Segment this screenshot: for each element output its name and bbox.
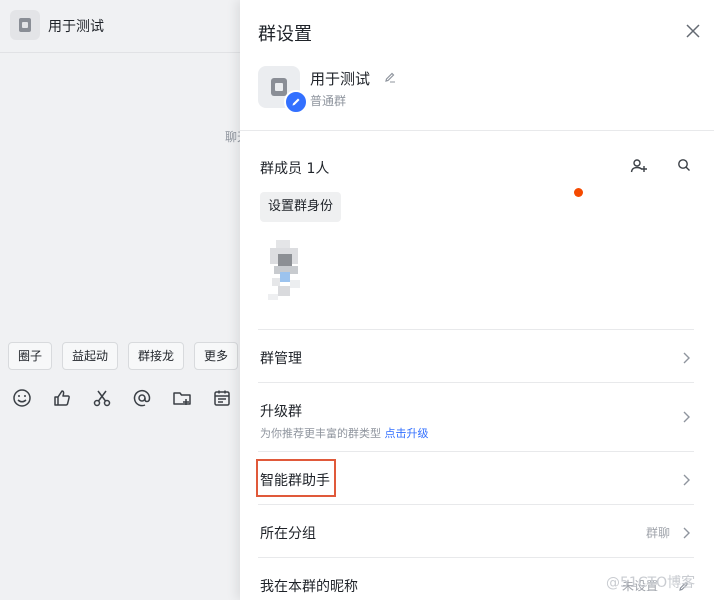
chevron-right-icon [683,411,690,423]
group-avatar-icon [271,78,287,96]
at-icon[interactable] [132,388,152,408]
row-label: 所在分组 [260,526,316,542]
quick-solitaire-button[interactable]: 群接龙 [128,342,185,370]
quick-actions: 圈子 益起动 群接龙 更多 [8,342,239,370]
highlight-box [256,459,336,497]
row-divider [258,382,694,383]
quick-circle-button[interactable]: 圈子 [8,342,53,370]
row-label: 升级群 [260,404,302,420]
group-name: 用于测试 [310,70,371,88]
quick-more-button[interactable]: 更多 [194,342,239,370]
upgrade-hint: 为你推荐更丰富的群类型 [260,427,381,440]
panel-title: 群设置 [258,24,312,45]
row-value: 群聊 [645,526,670,540]
chat-empty-hint: 聊天 [225,130,240,144]
members-title: 群成员 1人 [260,161,330,177]
row-group-folder[interactable]: 所在分组 群聊 [260,523,694,543]
row-subtitle: 为你推荐更丰富的群类型 点击升级 [260,425,694,441]
member-avatar[interactable] [264,238,314,304]
message-toolbar [12,388,232,408]
folder-add-icon[interactable] [172,388,192,408]
row-divider [258,329,694,330]
group-type: 普通群 [310,94,347,108]
chat-avatar[interactable] [10,10,40,40]
edit-name-icon[interactable] [384,71,396,83]
notification-dot [574,188,583,197]
scissors-icon[interactable] [92,388,112,408]
chevron-right-icon [683,474,690,486]
chat-title[interactable]: 用于测试 [48,16,104,36]
edit-avatar-button[interactable] [284,90,308,114]
row-divider [258,504,694,505]
row-label: 群管理 [260,351,302,367]
search-icon[interactable] [677,158,691,172]
pencil-icon [292,98,300,106]
chat-area: 用于测试 聊天 圈子 益起动 群接龙 更多 [0,0,240,600]
chevron-right-icon [683,352,690,364]
row-upgrade-group[interactable]: 升级群 为你推荐更丰富的群类型 点击升级 [260,401,694,440]
upgrade-link[interactable]: 点击升级 [385,427,429,440]
calendar-icon[interactable] [212,388,232,408]
add-member-icon[interactable] [630,157,648,175]
chevron-right-icon [683,527,690,539]
section-divider [240,130,714,131]
group-settings-panel: 群设置 用于测试 普通群 群成员 1人 设置群身份 群管理 升级群 为你推荐更丰… [240,0,714,600]
thumbs-up-icon[interactable] [52,388,72,408]
close-icon[interactable] [686,24,700,38]
row-divider [258,451,694,452]
set-role-button[interactable]: 设置群身份 [260,192,342,222]
quick-charity-button[interactable]: 益起动 [62,342,119,370]
emoji-icon[interactable] [12,388,32,408]
row-group-manage[interactable]: 群管理 [260,348,694,368]
group-avatar-icon [19,18,31,32]
chat-header-divider [0,52,240,53]
watermark: @51CTO博客 [606,575,696,591]
row-divider [258,557,694,558]
